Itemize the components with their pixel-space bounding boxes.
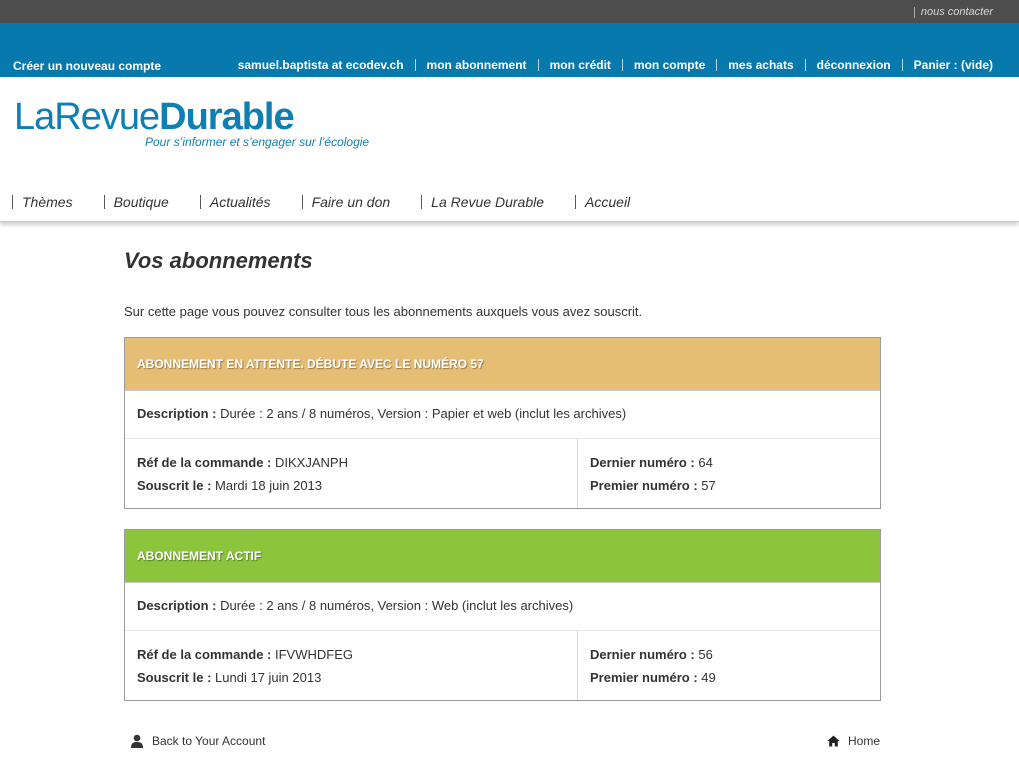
- subscribed-date-value: Mardi 18 juin 2013: [215, 478, 323, 493]
- subscribed-date-label: Souscrit le :: [137, 670, 212, 685]
- main-nav: Thèmes Boutique Actualités Faire un don …: [0, 195, 1019, 209]
- order-info: Réf de la commande : IFVWHDFEG Souscrit …: [125, 631, 578, 700]
- top-bar: nous contacter: [0, 0, 1019, 23]
- logout-link[interactable]: déconnexion: [804, 59, 902, 71]
- subscription-details: Réf de la commande : DIKXJANPH Souscrit …: [125, 438, 880, 508]
- back-to-account-label: Back to Your Account: [152, 734, 266, 748]
- my-credit-link[interactable]: mon crédit: [537, 59, 622, 71]
- home-link[interactable]: Home: [827, 734, 880, 748]
- contact-link[interactable]: nous contacter: [913, 7, 993, 18]
- description-value: Durée : 2 ans / 8 numéros, Version : Pap…: [220, 406, 627, 421]
- nav-item-themes[interactable]: Thèmes: [12, 195, 73, 209]
- order-ref-value: DIKXJANPH: [275, 455, 348, 470]
- subscription-card: Abonnement en attente. Débute avec le nu…: [124, 337, 881, 509]
- home-icon: [827, 735, 840, 747]
- site-logo[interactable]: LaRevueDurable: [14, 96, 295, 138]
- subscription-status-header: Abonnement en attente. Débute avec le nu…: [125, 338, 880, 390]
- order-ref-label: Réf de la commande :: [137, 455, 272, 470]
- issue-info: Dernier numéro : 56 Premier numéro : 49: [578, 631, 880, 700]
- site-tagline: Pour s’informer et s’engager sur l’écolo…: [145, 135, 370, 149]
- last-issue-value: 56: [698, 647, 713, 662]
- account-links: samuel.baptista at ecodev.ch mon abonnem…: [227, 59, 1005, 71]
- nav-item-boutique[interactable]: Boutique: [103, 195, 169, 209]
- logo-part-1: LaRevue: [14, 96, 160, 138]
- subscribed-date-label: Souscrit le :: [137, 478, 212, 493]
- nav-item-don[interactable]: Faire un don: [301, 195, 390, 209]
- first-issue-label: Premier numéro :: [590, 670, 698, 685]
- description-value: Durée : 2 ans / 8 numéros, Version : Web…: [220, 598, 574, 613]
- nav-item-revue-durable[interactable]: La Revue Durable: [421, 195, 544, 209]
- nav-item-actualites[interactable]: Actualités: [199, 195, 271, 209]
- my-account-link[interactable]: mon compte: [621, 59, 716, 71]
- subscribed-date-value: Lundi 17 juin 2013: [215, 670, 322, 685]
- subscription-card: Abonnement actif Description : Durée : 2…: [124, 529, 881, 701]
- my-subscription-link[interactable]: mon abonnement: [414, 59, 538, 71]
- subscription-details: Réf de la commande : IFVWHDFEG Souscrit …: [125, 630, 880, 700]
- order-ref-label: Réf de la commande :: [137, 647, 272, 662]
- subscription-status-header: Abonnement actif: [125, 530, 880, 582]
- last-issue-value: 64: [698, 455, 713, 470]
- description-label: Description :: [137, 598, 217, 613]
- first-issue-value: 57: [701, 478, 716, 493]
- create-account-link[interactable]: Créer un nouveau compte: [13, 59, 161, 73]
- user-email-link[interactable]: samuel.baptista at ecodev.ch: [227, 59, 415, 71]
- home-label: Home: [848, 734, 881, 748]
- order-ref-value: IFVWHDFEG: [275, 647, 353, 662]
- first-issue-value: 49: [701, 670, 716, 685]
- description-label: Description :: [137, 406, 217, 421]
- subscription-description: Description : Durée : 2 ans / 8 numéros,…: [125, 582, 880, 630]
- site-header: LaRevueDurable Pour s’informer et s’enga…: [0, 77, 1019, 222]
- back-to-account-link[interactable]: Back to Your Account: [130, 734, 265, 748]
- subscription-description: Description : Durée : 2 ans / 8 numéros,…: [125, 390, 880, 438]
- user-icon: [131, 734, 143, 748]
- last-issue-label: Dernier numéro :: [590, 455, 695, 470]
- last-issue-label: Dernier numéro :: [590, 647, 695, 662]
- page-intro: Sur cette page vous pouvez consulter tou…: [124, 304, 643, 319]
- first-issue-label: Premier numéro :: [590, 478, 698, 493]
- logo-part-2: Durable: [159, 96, 294, 138]
- order-info: Réf de la commande : DIKXJANPH Souscrit …: [125, 439, 578, 508]
- my-purchases-link[interactable]: mes achats: [716, 59, 804, 71]
- user-bar: Créer un nouveau compte samuel.baptista …: [0, 23, 1019, 77]
- page-title: Vos abonnements: [124, 248, 313, 273]
- cart-link[interactable]: Panier : (vide): [901, 59, 1005, 71]
- nav-item-accueil[interactable]: Accueil: [575, 195, 630, 209]
- issue-info: Dernier numéro : 64 Premier numéro : 57: [578, 439, 880, 508]
